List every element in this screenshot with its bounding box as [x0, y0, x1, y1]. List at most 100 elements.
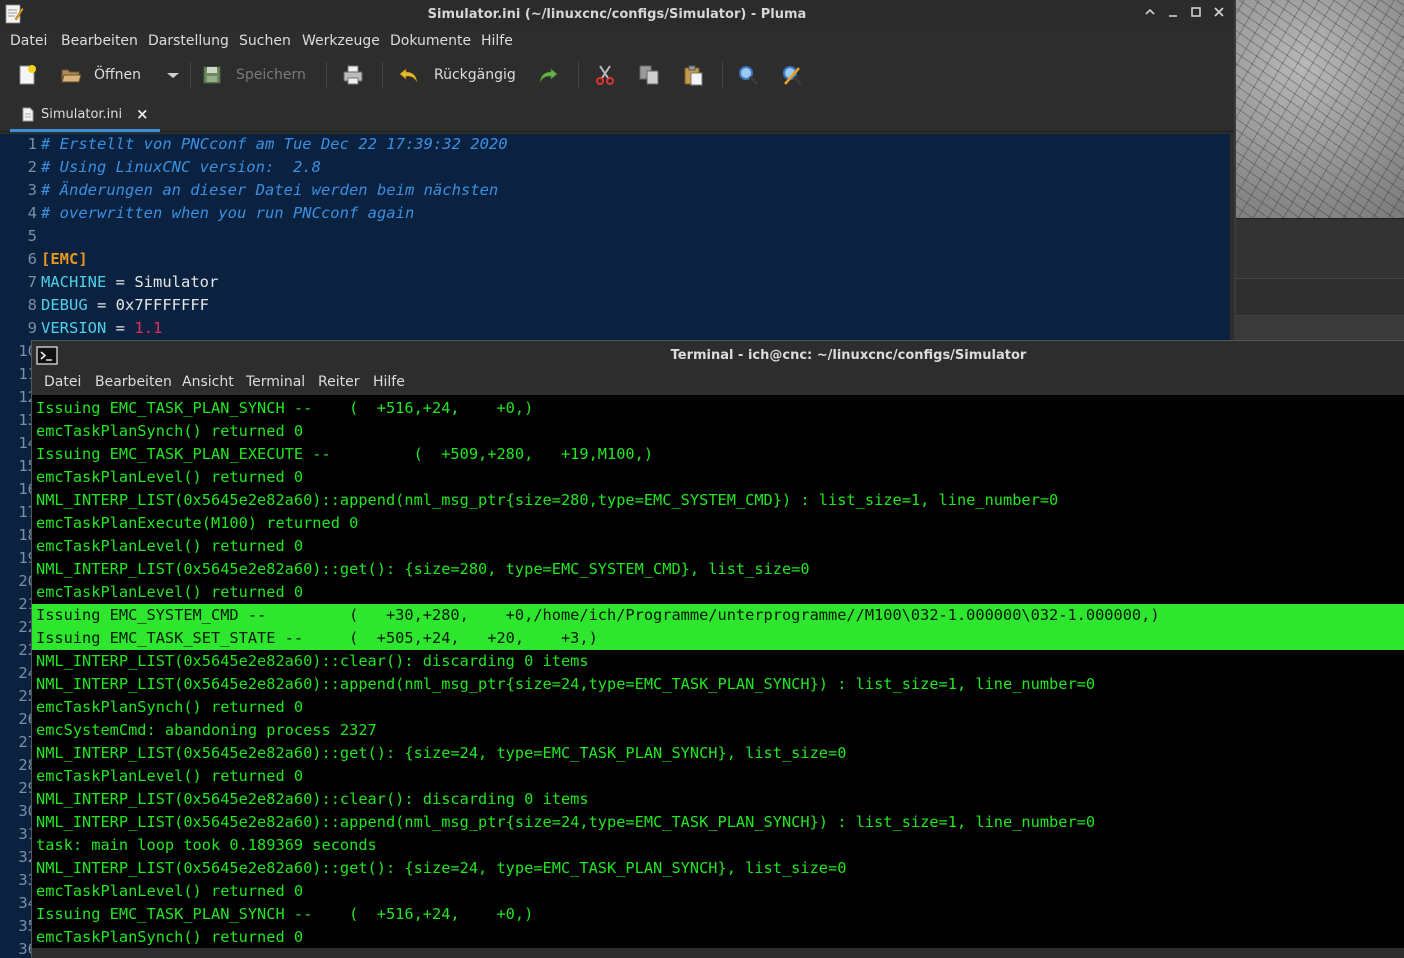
line-number: 8 [27, 296, 37, 314]
maximize-button[interactable] [1187, 6, 1205, 24]
term-menu-ansicht[interactable]: Ansicht [182, 374, 234, 390]
ini-section-header: [EMC] [41, 250, 88, 268]
paste-icon[interactable] [682, 64, 704, 86]
folder-open-icon[interactable] [60, 64, 82, 86]
terminal-title: Terminal - ich@cnc: ~/linuxcnc/configs/S… [670, 348, 1027, 363]
copy-icon[interactable] [638, 64, 660, 86]
terminal-menubar: Datei Bearbeiten Ansicht Terminal Reiter… [32, 371, 1404, 395]
term-menu-datei[interactable]: Datei [44, 374, 81, 390]
code-comment: # Änderungen an dieser Datei werden beim… [41, 181, 499, 199]
terminal-line-highlighted: Issuing EMC_SYSTEM_CMD -- ( +30,+280, +0… [32, 604, 1404, 627]
menu-bearbeiten[interactable]: Bearbeiten [61, 33, 138, 49]
code-comment: # Erstellt von PNCconf am Tue Dec 22 17:… [41, 135, 508, 153]
code-line: # Änderungen an dieser Datei werden beim… [41, 181, 498, 199]
undo-icon[interactable] [398, 64, 420, 86]
code-line: # overwritten when you run PNCconf again [41, 204, 414, 222]
ini-key: VERSION [41, 319, 107, 337]
toolbar-separator [722, 62, 723, 88]
print-icon[interactable] [342, 64, 364, 86]
terminal-line: NML_INTERP_LIST(0x5645e2e82a60)::get(): … [36, 560, 810, 578]
terminal-line: task: main loop took 0.189369 seconds [36, 836, 377, 854]
terminal-line: Issuing EMC_TASK_PLAN_EXECUTE -- ( +509,… [36, 445, 654, 463]
background-window-fragment-2 [1236, 278, 1404, 316]
code-line: DEBUG = 0x7FFFFFFF [41, 296, 209, 314]
terminal-line: NML_INTERP_LIST(0x5645e2e82a60)::append(… [36, 675, 1096, 693]
roll-up-button[interactable] [1141, 6, 1159, 24]
tab-bar: Simulator.ini × [0, 96, 1234, 132]
terminal-line: emcTaskPlanLevel() returned 0 [36, 468, 304, 486]
replace-icon[interactable] [781, 64, 803, 86]
ini-equals: = [106, 273, 135, 291]
undo-button[interactable]: Rückgängig [434, 67, 516, 83]
ini-equals: = [106, 319, 135, 337]
chevron-up-icon [1145, 8, 1155, 15]
menu-darstellung[interactable]: Darstellung [148, 33, 229, 49]
line-number: 1 [27, 135, 37, 153]
tab-close-icon[interactable]: × [136, 105, 149, 123]
menu-suchen[interactable]: Suchen [239, 33, 291, 49]
document-icon [22, 107, 34, 122]
ini-value: 0x7FFFFFFF [115, 296, 209, 314]
close-icon [1214, 7, 1224, 17]
ini-equals: = [87, 296, 116, 314]
line-number: 4 [27, 204, 37, 222]
terminal-line: emcTaskPlanSynch() returned 0 [36, 928, 304, 946]
term-menu-hilfe[interactable]: Hilfe [373, 374, 405, 390]
terminal-line: emcTaskPlanLevel() returned 0 [36, 882, 304, 900]
dropdown-arrow-icon[interactable] [162, 64, 184, 86]
terminal-window: Terminal - ich@cnc: ~/linuxcnc/configs/S… [31, 340, 1404, 958]
menu-datei[interactable]: Datei [10, 33, 47, 49]
ini-key: MACHINE [41, 273, 107, 291]
code-comment: # Using LinuxCNC version: 2.8 [41, 158, 321, 176]
terminal-line: NML_INTERP_LIST(0x5645e2e82a60)::append(… [36, 813, 1096, 831]
pluma-titlebar[interactable]: Simulator.ini (~/linuxcnc/configs/Simula… [0, 0, 1234, 30]
minimize-button[interactable] [1164, 6, 1182, 24]
line-number: 9 [27, 319, 37, 337]
toolbar-separator [326, 62, 327, 88]
menu-dokumente[interactable]: Dokumente [390, 33, 471, 49]
close-button[interactable] [1210, 6, 1228, 24]
terminal-line-highlighted: Issuing EMC_TASK_SET_STATE -- ( +505,+24… [32, 627, 1404, 650]
tab-label: Simulator.ini [41, 107, 123, 122]
terminal-line: Issuing EMC_TASK_PLAN_SYNCH -- ( +516,+2… [36, 399, 534, 417]
code-comment: # overwritten when you run PNCconf again [41, 204, 415, 222]
code-line: # Using LinuxCNC version: 2.8 [41, 158, 321, 176]
line-number: 5 [27, 227, 37, 245]
menu-werkzeuge[interactable]: Werkzeuge [302, 33, 380, 49]
redo-icon[interactable] [537, 64, 559, 86]
term-menu-terminal[interactable]: Terminal [246, 374, 305, 390]
menu-hilfe[interactable]: Hilfe [481, 33, 513, 49]
save-button[interactable]: Speichern [236, 67, 306, 83]
toolbar: Öffnen Speichern Rückgängig [0, 56, 1234, 94]
terminal-line: NML_INTERP_LIST(0x5645e2e82a60)::get(): … [36, 859, 847, 877]
terminal-titlebar[interactable]: Terminal - ich@cnc: ~/linuxcnc/configs/S… [32, 341, 1404, 371]
term-menu-reiter[interactable]: Reiter [318, 374, 359, 390]
line-number: 2 [27, 158, 37, 176]
save-icon[interactable] [201, 64, 223, 86]
ini-value: Simulator [134, 273, 219, 291]
background-window-fragment [1236, 218, 1404, 278]
terminal-line: emcTaskPlanExecute(M100) returned 0 [36, 514, 359, 532]
terminal-line: NML_INTERP_LIST(0x5645e2e82a60)::clear()… [36, 652, 589, 670]
tab-simulator-ini[interactable]: Simulator.ini × [10, 98, 160, 132]
code-line: [EMC] [41, 250, 88, 268]
open-button[interactable]: Öffnen [94, 67, 141, 83]
line-number: 7 [27, 273, 37, 291]
document-new-icon[interactable] [16, 64, 38, 86]
menubar: Datei Bearbeiten Darstellung Suchen Werk… [0, 30, 1234, 54]
terminal-line: emcTaskPlanLevel() returned 0 [36, 583, 304, 601]
terminal-output[interactable]: Issuing EMC_TASK_PLAN_SYNCH -- ( +516,+2… [32, 395, 1404, 948]
ini-value: 1.1 [134, 319, 163, 337]
terminal-line: NML_INTERP_LIST(0x5645e2e82a60)::append(… [36, 491, 1059, 509]
line-number: 6 [27, 250, 37, 268]
term-menu-bearbeiten[interactable]: Bearbeiten [95, 374, 172, 390]
toolbar-separator [382, 62, 383, 88]
terminal-line: Issuing EMC_TASK_PLAN_SYNCH -- ( +516,+2… [36, 905, 534, 923]
terminal-line: emcTaskPlanLevel() returned 0 [36, 537, 304, 555]
code-line: VERSION = 1.1 [41, 319, 162, 337]
search-icon[interactable] [737, 64, 759, 86]
terminal-line: emcSystemCmd: abandoning process 2327 [36, 721, 377, 739]
terminal-bottom-border [32, 948, 1404, 958]
toolbar-separator [190, 62, 191, 88]
cut-icon[interactable] [594, 64, 616, 86]
